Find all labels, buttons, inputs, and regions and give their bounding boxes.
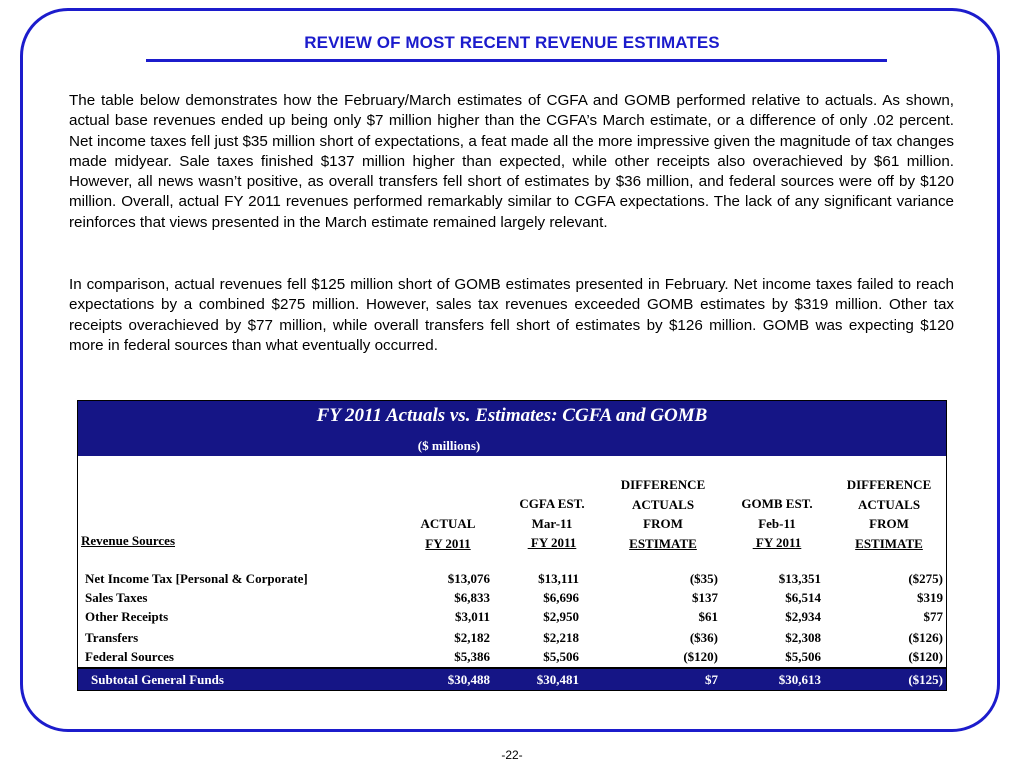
subtotal-label: Subtotal General Funds xyxy=(91,672,224,687)
col-header-line: ACTUALS xyxy=(631,496,695,512)
row-label: Sales Taxes xyxy=(85,590,148,605)
cell-gomb-diff: ($126) xyxy=(908,630,943,645)
cell-actual: $5,386 xyxy=(454,649,490,664)
subtotal-actual: $30,488 xyxy=(447,672,490,687)
cell-gomb-diff: $77 xyxy=(923,609,944,624)
revenue-comparison-table: FY 2011 Actuals vs. Estimates: CGFA and … xyxy=(77,400,947,691)
cell-cgfa-est: $13,111 xyxy=(538,571,579,586)
cell-gomb-est: $6,514 xyxy=(785,590,821,605)
col-header-line: GOMB EST. xyxy=(741,496,813,511)
cell-cgfa-diff: ($35) xyxy=(689,571,718,586)
cell-gomb-diff: ($120) xyxy=(908,649,943,664)
cell-cgfa-diff: $61 xyxy=(698,609,719,624)
col-header-line: Feb-11 xyxy=(758,515,796,531)
cell-gomb-est: $2,308 xyxy=(785,630,821,645)
title-underline xyxy=(146,59,887,62)
table-header-banner: FY 2011 Actuals vs. Estimates: CGFA and … xyxy=(78,401,946,456)
col-header-line: CGFA EST. xyxy=(519,496,585,511)
col-header-cgfa-diff: DIFFERENCE ACTUALS FROM ESTIMATE xyxy=(603,475,723,553)
table-row: Transfers $2,182 $2,218 ($36) $2,308 ($1… xyxy=(78,630,946,650)
table-row: Sales Taxes $6,833 $6,696 $137 $6,514 $3… xyxy=(78,590,946,610)
row-header-revenue-sources: Revenue Sources xyxy=(81,533,176,548)
col-header-cgfa-est: CGFA EST. Mar-11 FY 2011 xyxy=(498,494,606,553)
cell-cgfa-est: $2,950 xyxy=(543,609,579,624)
page-title: REVIEW OF MOST RECENT REVENUE ESTIMATES xyxy=(304,33,720,52)
col-header-line: Mar-11 xyxy=(531,515,573,531)
subtotal-row: Subtotal General Funds $30,488 $30,481 $… xyxy=(78,667,946,690)
cell-cgfa-est: $2,218 xyxy=(543,630,579,645)
cell-actual: $2,182 xyxy=(454,630,490,645)
col-header-line: ACTUALS xyxy=(857,496,921,512)
cell-actual: $13,076 xyxy=(447,571,490,586)
paragraph-cgfa: The table below demonstrates how the Feb… xyxy=(69,92,954,231)
cell-cgfa-diff: $137 xyxy=(692,590,718,605)
row-label: Other Receipts xyxy=(85,609,169,624)
col-header-gomb-diff: DIFFERENCE ACTUALS FROM ESTIMATE xyxy=(829,475,949,553)
col-header-line: FROM xyxy=(643,516,683,531)
cell-gomb-diff: ($275) xyxy=(908,571,943,586)
subtotal-gomb-diff: ($125) xyxy=(908,672,943,687)
row-label: Net Income Tax [Personal & Corporate] xyxy=(85,571,308,586)
cell-cgfa-est: $6,696 xyxy=(543,590,579,605)
cell-cgfa-est: $5,506 xyxy=(543,649,579,664)
table-title: FY 2011 Actuals vs. Estimates: CGFA and … xyxy=(316,405,708,426)
col-header-gomb-est: GOMB EST. Feb-11 FY 2011 xyxy=(725,494,829,553)
row-label: Transfers xyxy=(85,630,139,645)
col-header-estimate: ESTIMATE xyxy=(629,535,697,551)
col-header-line: FROM xyxy=(869,516,909,531)
cell-gomb-diff: $319 xyxy=(917,590,943,605)
table-row: Federal Sources $5,386 $5,506 ($120) $5,… xyxy=(78,649,946,669)
page-number: -22- xyxy=(501,748,523,762)
col-header-year: FY 2011 xyxy=(425,535,471,551)
col-header-line: ACTUAL xyxy=(420,516,476,531)
cell-gomb-est: $13,351 xyxy=(778,571,821,586)
paragraph-gomb: In comparison, actual revenues fell $125… xyxy=(69,276,954,354)
cell-gomb-est: $5,506 xyxy=(785,649,821,664)
subtotal-cgfa-est: $30,481 xyxy=(536,672,579,687)
cell-cgfa-diff: ($120) xyxy=(683,649,718,664)
col-header-estimate: ESTIMATE xyxy=(855,535,923,551)
col-header-line: DIFFERENCE xyxy=(846,477,932,492)
subtotal-gomb-est: $30,613 xyxy=(778,672,821,687)
cell-gomb-est: $2,934 xyxy=(785,609,821,624)
col-header-actual: ACTUAL FY 2011 xyxy=(398,514,498,553)
table-row: Net Income Tax [Personal & Corporate] $1… xyxy=(78,571,946,591)
col-header-year: FY 2011 xyxy=(752,535,802,550)
col-header-line: DIFFERENCE xyxy=(620,477,706,492)
table-subtitle: ($ millions) xyxy=(417,438,481,453)
cell-cgfa-diff: ($36) xyxy=(689,630,718,645)
cell-actual: $6,833 xyxy=(454,590,490,605)
row-label: Federal Sources xyxy=(85,649,174,664)
cell-actual: $3,011 xyxy=(454,609,490,624)
col-header-year: FY 2011 xyxy=(527,535,577,550)
table-row: Other Receipts $3,011 $2,950 $61 $2,934 … xyxy=(78,609,946,629)
subtotal-cgfa-diff: $7 xyxy=(705,672,718,687)
